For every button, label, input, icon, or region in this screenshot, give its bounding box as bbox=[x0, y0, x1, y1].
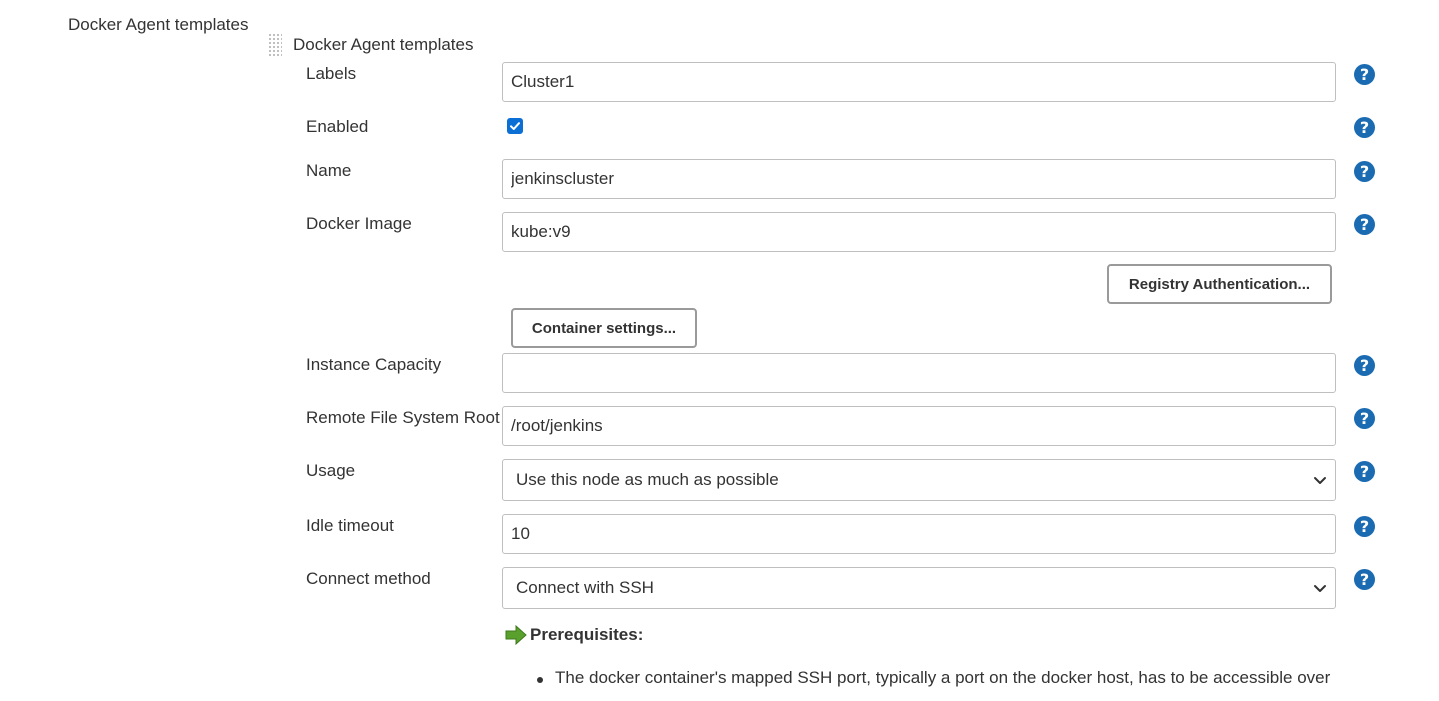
name-label: Name bbox=[306, 161, 352, 180]
green-arrow-icon bbox=[505, 625, 527, 645]
enabled-label: Enabled bbox=[306, 117, 369, 136]
docker-image-input[interactable] bbox=[502, 212, 1336, 252]
instance-capacity-help-icon[interactable]: ? bbox=[1354, 355, 1375, 376]
drag-handle-icon[interactable] bbox=[268, 33, 282, 57]
idle-timeout-help-icon[interactable]: ? bbox=[1354, 516, 1375, 537]
enabled-help-icon[interactable]: ? bbox=[1354, 117, 1375, 138]
enabled-checkbox[interactable] bbox=[507, 118, 523, 134]
section-title: Docker Agent templates bbox=[68, 15, 249, 34]
prerequisites-title: Prerequisites: bbox=[530, 625, 644, 644]
name-input[interactable] bbox=[502, 159, 1336, 199]
instance-capacity-input[interactable] bbox=[502, 353, 1336, 393]
checkmark-icon bbox=[510, 122, 520, 130]
remote-fs-root-input[interactable] bbox=[502, 406, 1336, 446]
usage-selected-value: Use this node as much as possible bbox=[516, 470, 779, 489]
connect-method-label: Connect method bbox=[306, 569, 431, 588]
docker-image-label: Docker Image bbox=[306, 214, 412, 233]
usage-help-icon[interactable]: ? bbox=[1354, 461, 1375, 482]
remote-fs-root-help-icon[interactable]: ? bbox=[1354, 408, 1375, 429]
usage-label: Usage bbox=[306, 461, 356, 480]
labels-label: Labels bbox=[306, 64, 357, 83]
bullet-dot bbox=[537, 677, 543, 683]
labels-input[interactable] bbox=[502, 62, 1336, 102]
labels-help-icon[interactable]: ? bbox=[1354, 64, 1375, 85]
chevron-down-icon bbox=[1314, 585, 1326, 592]
container-settings-button[interactable]: Container settings... bbox=[511, 308, 697, 348]
idle-timeout-input[interactable] bbox=[502, 514, 1336, 554]
connect-method-selected-value: Connect with SSH bbox=[516, 578, 654, 597]
connect-method-select[interactable]: Connect with SSH bbox=[502, 567, 1336, 609]
registry-authentication-button[interactable]: Registry Authentication... bbox=[1107, 264, 1332, 304]
prerequisites-item: The docker container's mapped SSH port, … bbox=[555, 668, 1331, 687]
remote-fs-root-label: Remote File System Root bbox=[306, 408, 500, 427]
docker-image-help-icon[interactable]: ? bbox=[1354, 214, 1375, 235]
subsection-title: Docker Agent templates bbox=[293, 35, 474, 54]
connect-method-help-icon[interactable]: ? bbox=[1354, 569, 1375, 590]
idle-timeout-label: Idle timeout bbox=[306, 516, 394, 535]
chevron-down-icon bbox=[1314, 477, 1326, 484]
instance-capacity-label: Instance Capacity bbox=[306, 355, 442, 374]
name-help-icon[interactable]: ? bbox=[1354, 161, 1375, 182]
usage-select[interactable]: Use this node as much as possible bbox=[502, 459, 1336, 501]
